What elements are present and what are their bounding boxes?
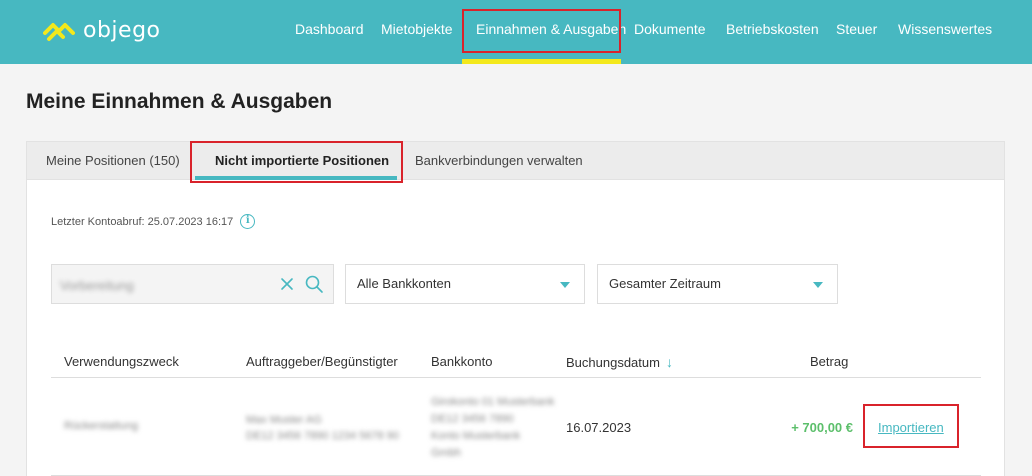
nav-item-betriebskosten[interactable]: Betriebskosten (726, 21, 819, 37)
cell-date: 16.07.2023 (566, 420, 632, 435)
last-fetch-info: Letzter Kontoabruf: 25.07.2023 16:17 i (51, 214, 256, 229)
column-header-amount: Betrag (810, 354, 849, 369)
cell-party: Max Muster AG DE12 3456 7890 1234 5678 9… (246, 414, 399, 442)
cell-party-line2: DE12 3456 7890 1234 5678 90 (246, 430, 399, 442)
period-select[interactable]: Gesamter Zeitraum (597, 264, 838, 304)
cell-account-line4: Gmbh (431, 447, 461, 459)
column-header-purpose: Verwendungszweck (64, 354, 179, 369)
tab-bar: Meine Positionen (150) Nicht importierte… (27, 142, 1004, 180)
column-header-date-label: Buchungsdatum (566, 355, 660, 370)
nav-item-steuer[interactable]: Steuer (836, 21, 877, 37)
search-field (51, 264, 334, 304)
info-icon[interactable]: i (240, 214, 256, 229)
search-icon[interactable] (304, 274, 324, 294)
bank-account-select-value: Alle Bankkonten (357, 276, 451, 291)
cell-party-line1: Max Muster AG (246, 414, 322, 426)
cell-account: Girokonto 01 Musterbank DE12 3456 7890 K… (431, 396, 555, 459)
page-title: Meine Einnahmen & Ausgaben (26, 90, 333, 113)
last-fetch-text: Letzter Kontoabruf: 25.07.2023 16:17 (51, 215, 234, 228)
cell-amount: + 700,00 € (791, 420, 853, 435)
column-header-account: Bankkonto (431, 354, 493, 369)
table-row: Rückerstattung Max Muster AG DE12 3456 7… (51, 378, 981, 476)
tab-bankverbindungen[interactable]: Bankverbindungen verwalten (415, 153, 583, 168)
nav-item-dokumente[interactable]: Dokumente (634, 21, 706, 37)
column-header-date[interactable]: Buchungsdatum ↓ (566, 354, 673, 370)
sort-arrow-down-icon: ↓ (665, 354, 673, 370)
column-header-party: Auftraggeber/Begünstigter (246, 354, 398, 369)
nav-item-mietobjekte[interactable]: Mietobjekte (381, 21, 453, 37)
nav-item-dashboard[interactable]: Dashboard (295, 21, 364, 37)
import-link[interactable]: Importieren (878, 420, 944, 435)
tab-nicht-importierte-positionen[interactable]: Nicht importierte Positionen (215, 153, 389, 168)
cell-account-line3: Konto Musterbank (431, 430, 521, 442)
cell-account-line1: Girokonto 01 Musterbank (431, 396, 555, 408)
main-nav: Dashboard Mietobjekte Einnahmen & Ausgab… (0, 0, 1032, 64)
cell-purpose: Rückerstattung (64, 420, 138, 432)
cell-account-line2: DE12 3456 7890 (431, 413, 514, 425)
clear-icon[interactable] (278, 275, 296, 293)
search-input[interactable] (60, 276, 275, 294)
chevron-down-icon (813, 282, 823, 288)
transactions-card: Meine Positionen (150) Nicht importierte… (26, 141, 1005, 476)
top-navigation-bar: objego Dashboard Mietobjekte Einnahmen &… (0, 0, 1032, 64)
period-select-value: Gesamter Zeitraum (609, 276, 721, 291)
nav-item-wissenswertes[interactable]: Wissenswertes (898, 21, 992, 37)
nav-active-indicator (462, 59, 621, 64)
nav-item-einnahmen-ausgaben[interactable]: Einnahmen & Ausgaben (476, 21, 626, 37)
tab-meine-positionen[interactable]: Meine Positionen (150) (46, 153, 180, 168)
active-tab-indicator (195, 176, 397, 180)
bank-account-select[interactable]: Alle Bankkonten (345, 264, 585, 304)
chevron-down-icon (560, 282, 570, 288)
